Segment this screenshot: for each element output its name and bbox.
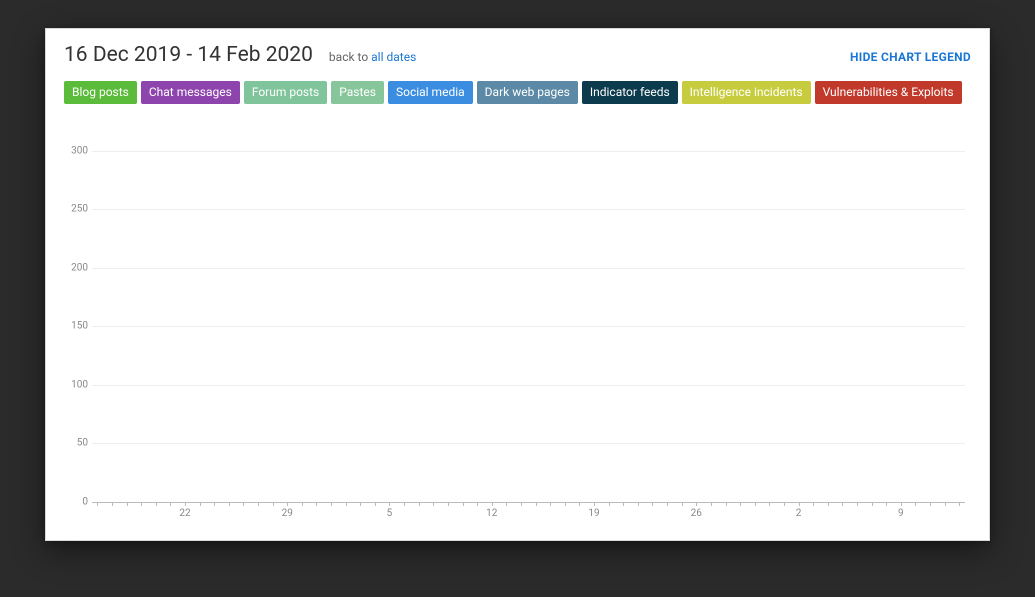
gridline [92,443,965,444]
hide-legend-button[interactable]: HIDE CHART LEGEND [850,50,971,64]
gridline [92,502,965,503]
legend-item-pastes[interactable]: Pastes [331,81,384,104]
x-axis-label: 22 [179,508,190,519]
legend-item-blog-posts[interactable]: Blog posts [64,81,137,104]
legend-item-intelligence-incidents[interactable]: Intelligence incidents [682,81,811,104]
legend-item-forum-posts[interactable]: Forum posts [244,81,327,104]
gridline [92,268,965,269]
y-axis-label: 300 [64,145,88,156]
all-dates-link[interactable]: all dates [371,50,416,64]
gridline [92,151,965,152]
header-left: 16 Dec 2019 - 14 Feb 2020 back to all da… [64,43,416,67]
y-axis-label: 100 [64,379,88,390]
back-to-wrap: back to all dates [329,50,416,64]
legend-item-chat-messages[interactable]: Chat messages [141,81,240,104]
gridline [92,209,965,210]
back-prefix: back to [329,50,371,64]
x-axis-label: 2 [796,508,802,519]
x-axis-label: 5 [387,508,393,519]
legend-item-vulnerabilities-exploits[interactable]: Vulnerabilities & Exploits [815,81,962,104]
y-axis-label: 50 [64,438,88,449]
card-header: 16 Dec 2019 - 14 Feb 2020 back to all da… [64,43,971,67]
y-axis-label: 200 [64,262,88,273]
y-axis-label: 150 [64,321,88,332]
x-axis-label: 12 [486,508,497,519]
chart-area: 2229512192629 050100150200250300 [64,112,971,522]
chart-card: 16 Dec 2019 - 14 Feb 2020 back to all da… [45,28,990,541]
gridline [92,385,965,386]
legend-item-social-media[interactable]: Social media [388,81,473,104]
legend-row: Blog postsChat messagesForum postsPastes… [64,81,971,104]
y-axis-label: 250 [64,204,88,215]
plot-region: 2229512192629 050100150200250300 [92,116,965,502]
y-axis-label: 0 [64,496,88,507]
x-axis-label: 9 [898,508,904,519]
date-range-title: 16 Dec 2019 - 14 Feb 2020 [64,43,313,67]
x-axis-label: 26 [691,508,702,519]
gridline [92,326,965,327]
x-axis-label: 29 [282,508,293,519]
legend-item-indicator-feeds[interactable]: Indicator feeds [582,81,678,104]
x-axis-label: 19 [588,508,599,519]
legend-item-dark-web-pages[interactable]: Dark web pages [477,81,578,104]
